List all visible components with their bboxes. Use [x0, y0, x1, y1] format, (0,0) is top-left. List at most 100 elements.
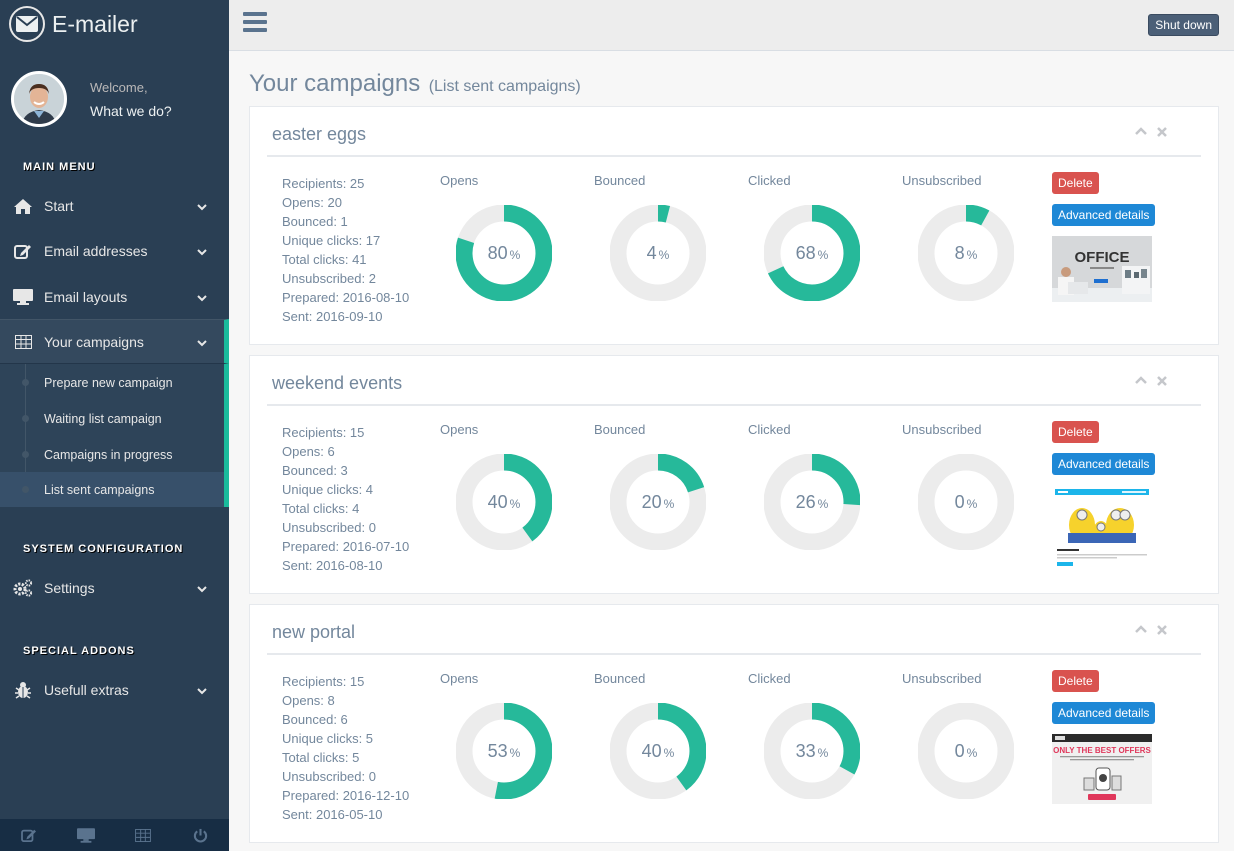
- delete-button[interactable]: Delete: [1052, 421, 1099, 443]
- sidebar-item-label: Usefull extras: [44, 682, 129, 698]
- chart-label: Unsubscribed: [902, 173, 982, 188]
- campaign-stats: Recipients: 15 Opens: 8 Bounced: 6 Unique c…: [282, 672, 409, 824]
- layout-thumbnail[interactable]: ONLY THE BEST OFFERS: [1052, 734, 1152, 804]
- donut-percent: 20%: [610, 454, 706, 550]
- chart-label: Clicked: [748, 671, 791, 686]
- collapse-icon[interactable]: [1135, 127, 1147, 137]
- stat-line: Unique clicks: 4: [282, 482, 374, 497]
- home-icon: [13, 198, 33, 214]
- submenu-list-sent-campaigns[interactable]: List sent campaigns: [0, 472, 224, 507]
- donut-percent: 68%: [764, 205, 860, 301]
- percent-sign: %: [817, 496, 829, 511]
- submenu-waiting-list-campaign[interactable]: Waiting list campaign: [0, 401, 224, 436]
- advanced-details-button[interactable]: Advanced details: [1052, 702, 1156, 724]
- donut-percent: 26%: [764, 454, 860, 550]
- collapse-icon[interactable]: [1135, 376, 1147, 386]
- sidebar-item-start[interactable]: Start: [0, 184, 229, 228]
- chevron-down-icon: [197, 243, 207, 259]
- advanced-details-button[interactable]: Advanced details: [1052, 453, 1156, 475]
- layout-thumbnail[interactable]: OFFICE: [1052, 236, 1152, 302]
- donut-percent: 0%: [918, 454, 1014, 550]
- panel-header: new portal: [267, 605, 1201, 655]
- stat-line: Prepared: 2016-07-10: [282, 539, 410, 554]
- stat-line: Unsubscribed: 0: [282, 520, 376, 535]
- submenu-label: Prepare new campaign: [44, 375, 173, 390]
- panel-tools: [1135, 376, 1167, 386]
- bullet-icon: [22, 415, 29, 422]
- edit-icon[interactable]: [9, 819, 49, 851]
- envelope-icon: [9, 6, 45, 42]
- brand[interactable]: E-mailer: [9, 6, 138, 42]
- percent-value: 80: [487, 242, 508, 263]
- stat-line: Bounced: 3: [282, 463, 348, 478]
- delete-button[interactable]: Delete: [1052, 670, 1099, 692]
- app-title: E-mailer: [52, 10, 138, 37]
- table-icon: [13, 334, 33, 349]
- percent-value: 0: [954, 740, 965, 761]
- avatar[interactable]: [11, 71, 67, 127]
- close-icon[interactable]: [1157, 127, 1167, 137]
- page-title: Your campaigns (List sent campaigns): [249, 70, 581, 98]
- power-icon[interactable]: [180, 819, 220, 851]
- chart-label: Unsubscribed: [902, 422, 982, 437]
- page-subtitle: (List sent campaigns): [428, 78, 581, 95]
- chart-label: Clicked: [748, 173, 791, 188]
- sidebar-item-label: Start: [44, 198, 74, 214]
- close-icon[interactable]: [1157, 625, 1167, 635]
- donut-chart-clicked: Clicked 68%: [744, 173, 864, 301]
- donut-chart-bounced: Bounced 40%: [590, 671, 710, 799]
- stat-line: Sent: 2016-09-10: [282, 309, 383, 324]
- donut-chart-unsubscribed: Unsubscribed 0%: [898, 671, 1018, 799]
- donut-chart-bounced: Bounced 4%: [590, 173, 710, 301]
- advanced-details-button[interactable]: Advanced details: [1052, 204, 1156, 226]
- welcome-text: Welcome,: [90, 79, 148, 95]
- chart-label: Opens: [440, 173, 479, 188]
- chevron-down-icon: [197, 580, 207, 596]
- sidebar-item-usefull-extras[interactable]: Usefull extras: [0, 668, 229, 712]
- stat-line: Prepared: 2016-08-10: [282, 290, 410, 305]
- chart-label: Opens: [440, 671, 479, 686]
- panel-header: easter eggs: [267, 107, 1201, 157]
- donut-chart-opens: Opens 40%: [436, 422, 556, 550]
- shutdown-button[interactable]: Shut down: [1148, 14, 1219, 36]
- donut-percent: 8%: [918, 205, 1014, 301]
- chart-label: Bounced: [594, 173, 646, 188]
- donut-chart-opens: Opens 80%: [436, 173, 556, 301]
- table-icon[interactable]: [123, 819, 163, 851]
- sidebar-item-email-layouts[interactable]: Email layouts: [0, 275, 229, 319]
- chevron-down-icon: [197, 289, 207, 305]
- desktop-icon[interactable]: [66, 819, 106, 851]
- chart-label: Unsubscribed: [902, 671, 982, 686]
- sidebar-item-settings[interactable]: Settings: [0, 566, 229, 610]
- top-nav: Shut down: [229, 0, 1234, 51]
- submenu-campaigns-in-progress[interactable]: Campaigns in progress: [0, 437, 224, 472]
- layout-thumbnail[interactable]: [1052, 485, 1152, 571]
- sidebar-item-email-addresses[interactable]: Email addresses: [0, 229, 229, 273]
- panel-tools: [1135, 625, 1167, 635]
- submenu-label: List sent campaigns: [44, 482, 155, 497]
- section-special-addons: SPECIAL ADDONS: [23, 645, 135, 657]
- percent-value: 68: [795, 242, 816, 263]
- sidebar-item-label: Settings: [44, 580, 95, 596]
- close-icon[interactable]: [1157, 376, 1167, 386]
- chart-label: Bounced: [594, 422, 646, 437]
- percent-sign: %: [966, 247, 978, 262]
- campaign-name: easter eggs: [272, 124, 367, 144]
- collapse-icon[interactable]: [1135, 625, 1147, 635]
- stat-line: Total clicks: 5: [282, 750, 360, 765]
- delete-button[interactable]: Delete: [1052, 172, 1099, 194]
- edit-icon: [13, 243, 33, 259]
- panel-header: weekend events: [267, 356, 1201, 406]
- donut-percent: 80%: [456, 205, 552, 301]
- submenu-prepare-new-campaign[interactable]: Prepare new campaign: [0, 365, 224, 400]
- minions-preview: [1052, 485, 1152, 571]
- sidebar-item-your-campaigns[interactable]: Your campaigns: [0, 319, 229, 364]
- stat-line: Opens: 6: [282, 444, 335, 459]
- percent-sign: %: [663, 496, 675, 511]
- percent-value: 40: [641, 740, 662, 761]
- percent-sign: %: [966, 496, 978, 511]
- donut-percent: 33%: [764, 703, 860, 799]
- svg-text:ONLY THE BEST OFFERS: ONLY THE BEST OFFERS: [1053, 746, 1151, 755]
- percent-value: 0: [954, 491, 965, 512]
- hamburger-icon[interactable]: [243, 12, 267, 33]
